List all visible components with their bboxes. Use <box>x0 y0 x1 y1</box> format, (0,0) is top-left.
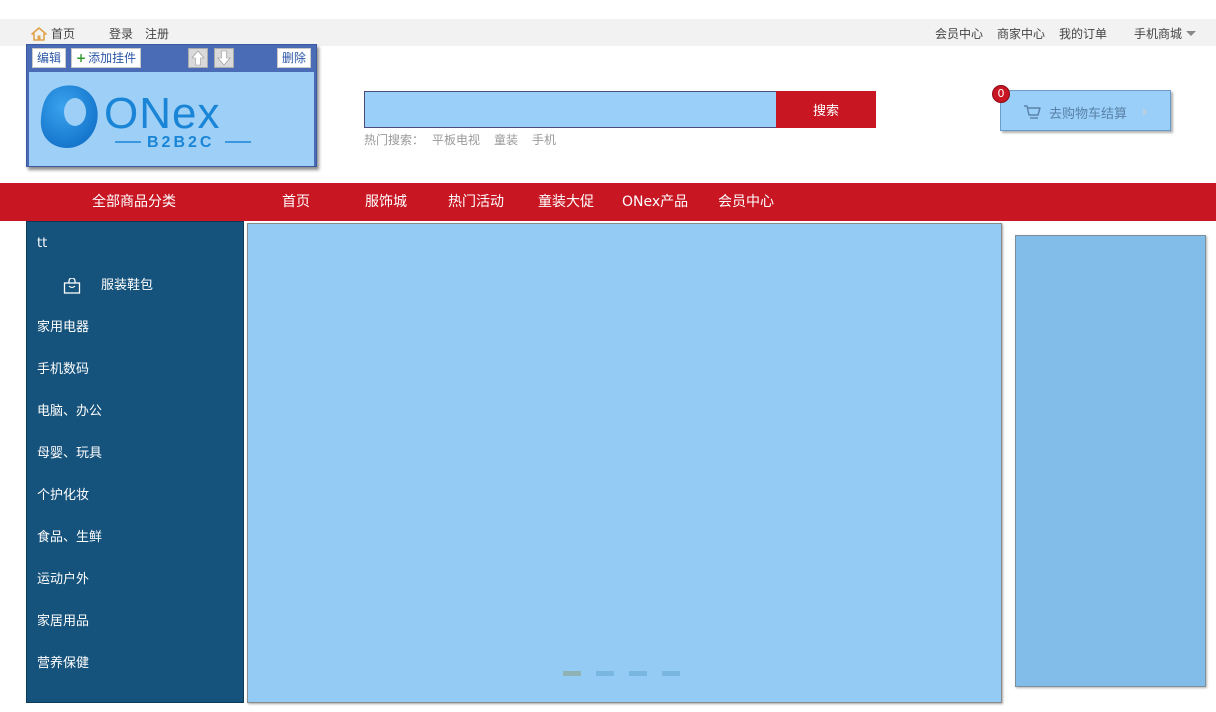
member-center-link[interactable]: 会员中心 <box>935 25 983 42</box>
banner-carousel[interactable] <box>247 223 1002 703</box>
carousel-dot[interactable] <box>596 671 614 676</box>
logo-widget-editor: 编辑 + 添加挂件 删除 ONex B2B2C <box>26 44 317 167</box>
carousel-indicators <box>563 671 695 676</box>
logo-sub-text: B2B2C <box>147 134 214 151</box>
cart-icon <box>1024 105 1041 119</box>
add-widget-button[interactable]: + 添加挂件 <box>71 48 142 68</box>
carousel-dot[interactable] <box>662 671 680 676</box>
category-item[interactable]: 家居用品 <box>37 612 89 632</box>
main-nav: 全部商品分类 首页 服饰城 热门活动 童装大促 ONex产品 会员中心 <box>0 183 1216 221</box>
search-button[interactable]: 搜索 <box>776 91 876 128</box>
hot-keyword[interactable]: 手机 <box>532 131 556 148</box>
hot-search-bar: 热门搜索： 平板电视 童装 手机 <box>364 131 570 148</box>
all-categories-button[interactable]: 全部商品分类 <box>26 183 242 221</box>
right-side-panel <box>1015 235 1206 687</box>
category-item[interactable]: 食品、生鲜 <box>37 528 102 548</box>
home-link[interactable]: 首页 <box>51 25 75 42</box>
login-link[interactable]: 登录 <box>109 25 133 42</box>
nav-item-hot-events[interactable]: 热门活动 <box>448 183 504 221</box>
search-input[interactable] <box>364 91 776 128</box>
move-down-button[interactable] <box>214 48 234 68</box>
plus-icon: + <box>76 51 87 65</box>
category-item[interactable]: 手机数码 <box>37 360 89 380</box>
edit-button[interactable]: 编辑 <box>32 48 67 68</box>
my-orders-link[interactable]: 我的订单 <box>1059 25 1107 42</box>
hot-keyword[interactable]: 童装 <box>494 131 518 148</box>
arrow-down-icon <box>217 50 231 66</box>
cart-label: 去购物车结算 <box>1049 107 1128 122</box>
category-item[interactable]: 电脑、办公 <box>37 402 102 422</box>
delete-button[interactable]: 删除 <box>277 48 312 68</box>
nav-item-apparel[interactable]: 服饰城 <box>365 183 407 221</box>
widget-toolbar: 编辑 + 添加挂件 删除 <box>27 45 316 71</box>
arrow-up-icon <box>191 50 205 66</box>
nav-item-member-center[interactable]: 会员中心 <box>718 183 774 221</box>
move-up-button[interactable] <box>188 48 208 68</box>
hot-search-label: 热门搜索： <box>364 133 425 147</box>
home-icon[interactable] <box>31 26 47 41</box>
category-item[interactable]: 营养保健 <box>37 654 89 674</box>
category-sidebar: tt 服装鞋包 家用电器 手机数码 电脑、办公 母婴、玩具 个护化妆 食品、生鲜… <box>26 221 244 703</box>
shopping-bag-icon <box>63 277 81 294</box>
logo-main-text: ONex <box>104 89 220 138</box>
nav-item-onex-products[interactable]: ONex产品 <box>622 183 688 221</box>
category-item[interactable]: 运动户外 <box>37 570 89 590</box>
category-label: 服装鞋包 <box>101 278 154 293</box>
cart-count-badge: 0 <box>992 85 1010 103</box>
cart-checkout-button[interactable]: 去购物车结算 <box>1000 90 1171 131</box>
merchant-center-link[interactable]: 商家中心 <box>997 25 1045 42</box>
chevron-down-icon[interactable] <box>1186 31 1196 36</box>
site-logo[interactable]: ONex B2B2C <box>29 72 314 166</box>
nav-item-kids-sale[interactable]: 童装大促 <box>538 183 594 221</box>
nav-item-home[interactable]: 首页 <box>282 183 310 221</box>
top-bar: 首页 登录 注册 会员中心 商家中心 我的订单 手机商城 <box>0 19 1216 46</box>
onex-logo: ONex B2B2C <box>40 85 251 151</box>
chevron-right-icon <box>1143 107 1148 117</box>
category-item[interactable]: tt <box>37 234 47 254</box>
register-link[interactable]: 注册 <box>145 25 169 42</box>
mobile-mall-link[interactable]: 手机商城 <box>1134 25 1182 42</box>
add-widget-label: 添加挂件 <box>88 51 137 65</box>
hot-keyword[interactable]: 平板电视 <box>432 131 480 148</box>
category-item[interactable]: 个护化妆 <box>37 486 89 506</box>
carousel-dot[interactable] <box>563 671 581 676</box>
category-item[interactable]: 母婴、玩具 <box>37 444 102 464</box>
category-item[interactable]: 家用电器 <box>37 318 89 338</box>
category-item-apparel[interactable]: 服装鞋包 <box>63 276 153 296</box>
carousel-dot[interactable] <box>629 671 647 676</box>
